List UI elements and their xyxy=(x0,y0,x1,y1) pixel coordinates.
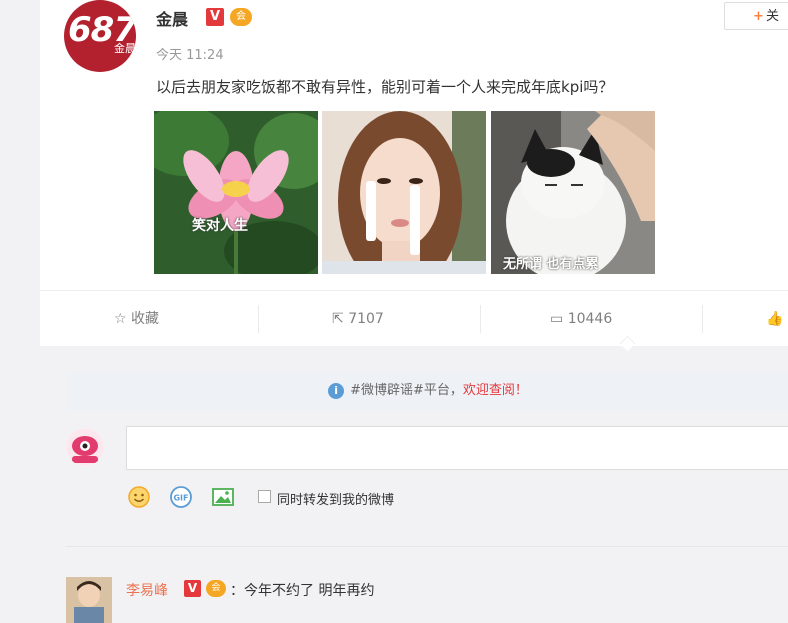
commenter-name[interactable]: 李易峰 xyxy=(126,580,168,600)
comment-button[interactable]: ▭ 10446 xyxy=(550,291,612,347)
rumor-notice: i #微博辟谣#平台，欢迎查阅！ xyxy=(68,372,788,410)
repost-button[interactable]: ⇱ 7107 xyxy=(332,291,384,347)
commenter-verified-badge: V xyxy=(184,580,201,597)
cat-image xyxy=(491,111,655,274)
post-timestamp[interactable]: 今天 11:24 xyxy=(156,44,224,63)
action-bar: ☆ 收藏 ⇱ 7107 ▭ 10446 👍 xyxy=(40,290,788,352)
member-badge: 会 xyxy=(230,8,252,26)
author-name[interactable]: 金晨 xyxy=(156,6,188,30)
follow-label: 关 xyxy=(766,9,780,24)
comment-text: ：今年不约了 明年再约 xyxy=(230,583,375,599)
image-caption: 笑对人生 xyxy=(192,218,248,234)
like-button[interactable]: 👍 xyxy=(766,291,783,347)
repost-checkbox[interactable] xyxy=(258,490,271,503)
post-image-cat[interactable]: 无所谓 也有点累 xyxy=(491,111,655,274)
verified-badge: V xyxy=(206,8,224,26)
lotus-image xyxy=(154,111,318,274)
comment-count: 10446 xyxy=(567,311,613,327)
repost-icon: ⇱ xyxy=(332,311,344,327)
comment-icon: ▭ xyxy=(550,311,564,327)
favorite-button[interactable]: ☆ 收藏 xyxy=(114,291,159,347)
notice-link[interactable]: 欢迎查阅！ xyxy=(463,383,528,398)
action-divider xyxy=(258,305,259,333)
comment-input[interactable] xyxy=(126,426,788,470)
repost-count: 7107 xyxy=(348,311,384,327)
image-icon[interactable] xyxy=(212,486,234,508)
thumb-up-icon: 👍 xyxy=(766,311,784,327)
favorite-label: 收藏 xyxy=(131,311,160,327)
post-image-lotus[interactable]: 笑对人生 xyxy=(154,111,318,274)
image-caption: 无所谓 也有点累 xyxy=(503,257,599,272)
comment-divider xyxy=(66,546,788,547)
author-avatar[interactable]: 687 金晨 xyxy=(64,0,136,72)
action-divider xyxy=(480,305,481,333)
post-text: 以后去朋友家吃饭都不敢有异性，能别可着一个人来完成年底kpi吗？ xyxy=(156,78,614,96)
plus-icon: + xyxy=(753,9,764,24)
svg-text:GIF: GIF xyxy=(173,494,188,503)
user-avatar-image xyxy=(66,428,104,466)
star-icon: ☆ xyxy=(114,311,127,327)
follow-button[interactable]: + 关 xyxy=(724,2,788,30)
emoji-icon[interactable] xyxy=(128,486,150,508)
avatar-caption: 金晨 xyxy=(114,42,136,55)
notice-text: #微博辟谣#平台， xyxy=(350,383,463,398)
commenter-avatar-image xyxy=(66,577,112,623)
commenter-member-badge: 会 xyxy=(206,580,226,597)
gif-icon[interactable]: GIF xyxy=(170,486,192,508)
info-icon: i xyxy=(328,382,345,399)
post-image-woman[interactable] xyxy=(322,111,486,274)
action-divider xyxy=(702,305,703,333)
woman-image xyxy=(322,111,486,274)
active-tab-caret xyxy=(619,335,636,352)
comment-avatar[interactable] xyxy=(66,577,112,623)
repost-checkbox-label: 同时转发到我的微博 xyxy=(277,493,395,508)
current-user-avatar[interactable] xyxy=(66,428,104,466)
